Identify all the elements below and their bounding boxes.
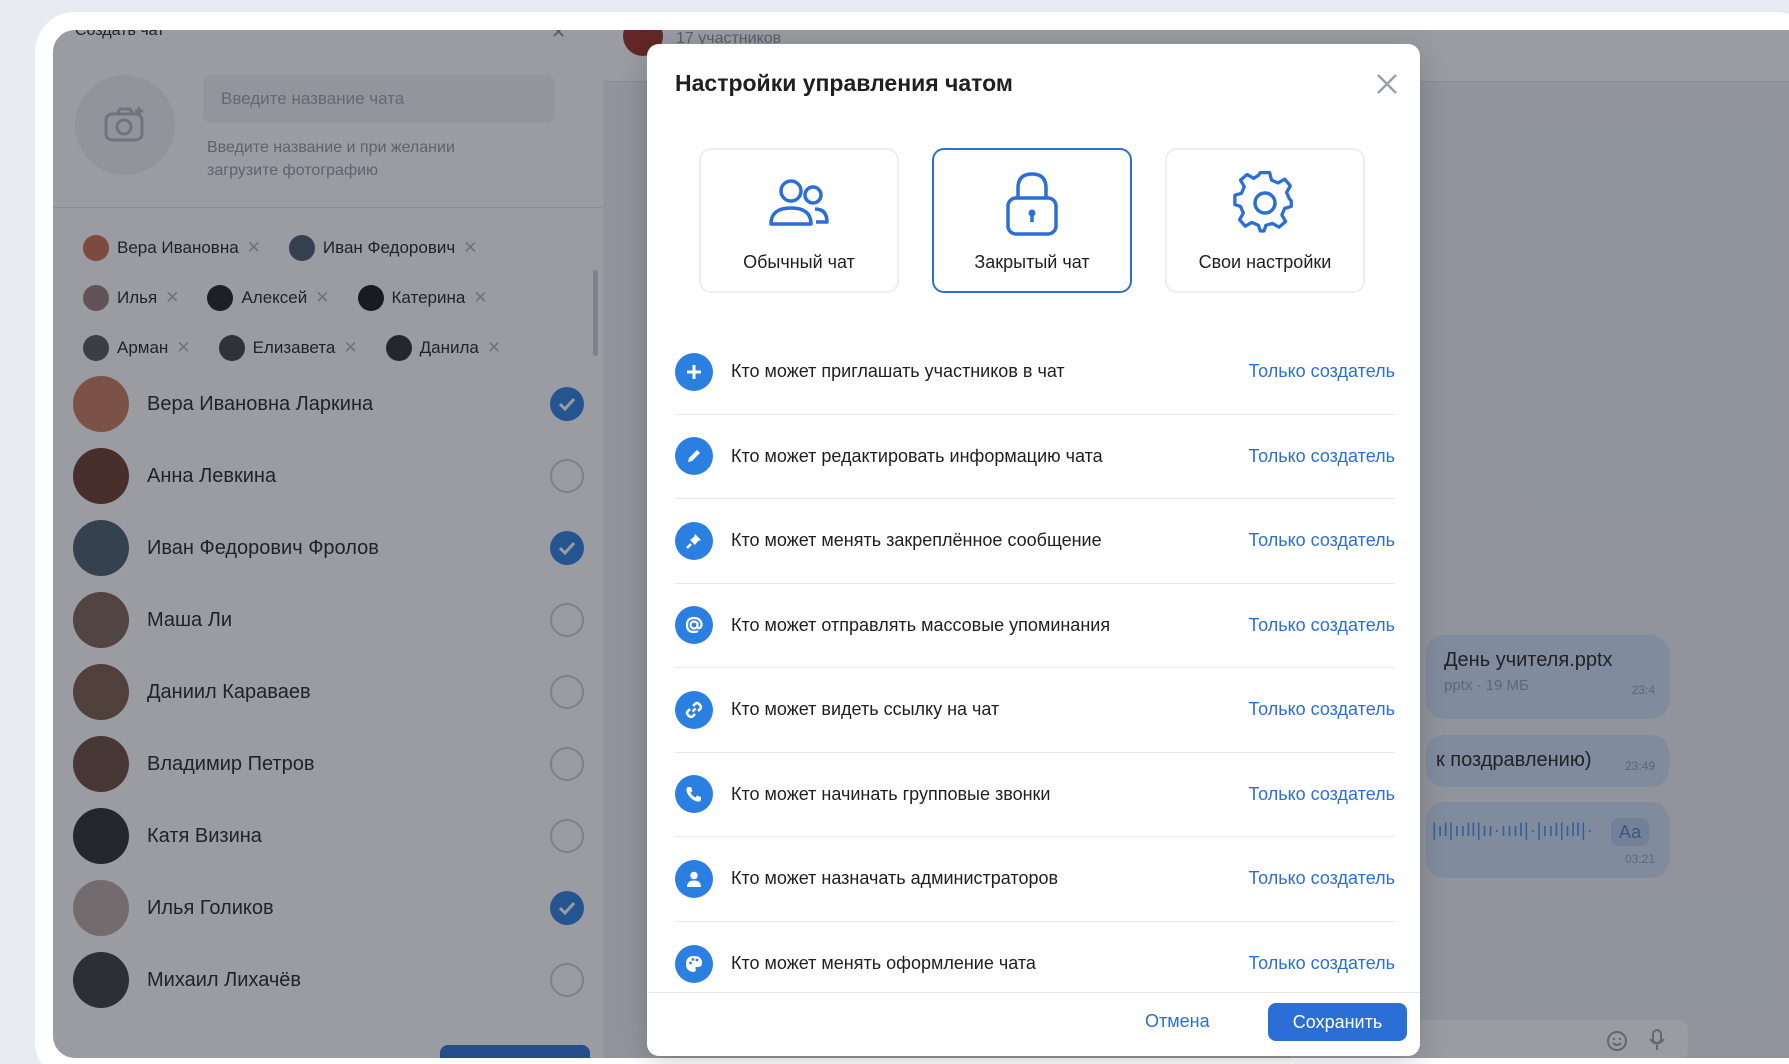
dialog-footer: Отмена Сохранить — [647, 992, 1420, 1056]
user-icon — [675, 859, 713, 898]
pin-icon — [675, 521, 713, 560]
palette-icon — [675, 944, 713, 983]
permission-label: Кто может назначать администраторов — [731, 868, 1059, 889]
permission-label: Кто может видеть ссылку на чат — [731, 699, 1000, 720]
permission-row-calls[interactable]: Кто может начинать групповые звонки Толь… — [675, 753, 1396, 837]
link-icon — [675, 690, 713, 729]
permission-row-mentions[interactable]: Кто может отправлять массовые упоминания… — [675, 584, 1396, 668]
permission-value-dropdown[interactable]: Только создатель — [1249, 784, 1396, 805]
users-icon — [769, 179, 829, 226]
phone-icon — [675, 775, 713, 814]
permission-value-dropdown[interactable]: Только создатель — [1249, 530, 1396, 551]
chat-settings-dialog: Настройки управления чатом Обычный чат З… — [647, 44, 1420, 1056]
permission-value-dropdown[interactable]: Только создатель — [1249, 699, 1396, 720]
permission-label: Кто может редактировать информацию чата — [731, 445, 1103, 466]
permission-label: Кто может менять оформление чата — [731, 953, 1036, 974]
permission-value-dropdown[interactable]: Только создатель — [1249, 615, 1396, 636]
chat-type-selector: Обычный чат Закрытый чат Свои настройки — [699, 148, 1365, 293]
permission-row-invite[interactable]: Кто может приглашать участников в чат То… — [675, 330, 1395, 415]
chat-type-label: Закрытый чат — [974, 252, 1090, 272]
cancel-button[interactable]: Отмена — [1145, 1011, 1210, 1032]
at-icon — [675, 606, 713, 645]
permission-label: Кто может менять закреплённое сообщение — [731, 530, 1102, 551]
permission-list: Кто может приглашать участников в чат То… — [675, 330, 1395, 1006]
chat-type-closed[interactable]: Закрытый чат — [932, 148, 1132, 293]
permission-label: Кто может приглашать участников в чат — [731, 361, 1065, 382]
permission-value-dropdown[interactable]: Только создатель — [1249, 953, 1396, 974]
chat-type-custom[interactable]: Свои настройки — [1165, 148, 1365, 293]
permission-value-dropdown[interactable]: Только создатель — [1249, 446, 1396, 467]
permission-row-link[interactable]: Кто может видеть ссылку на чат Только со… — [675, 668, 1395, 753]
permission-row-pin[interactable]: Кто может менять закреплённое сообщение … — [675, 499, 1395, 584]
permission-value-dropdown[interactable]: Только создатель — [1249, 361, 1396, 382]
close-icon[interactable] — [1369, 66, 1405, 102]
permission-value-dropdown[interactable]: Только создатель — [1249, 868, 1396, 889]
chat-type-label: Свои настройки — [1198, 252, 1332, 272]
permission-label: Кто может начинать групповые звонки — [731, 783, 1051, 804]
chat-type-label: Обычный чат — [743, 252, 855, 272]
lock-icon — [1006, 172, 1058, 236]
dialog-title: Настройки управления чатом — [675, 70, 1013, 96]
chat-type-regular[interactable]: Обычный чат — [699, 148, 899, 293]
plus-icon — [675, 352, 713, 391]
save-button[interactable]: Сохранить — [1268, 1003, 1407, 1041]
pencil-icon — [675, 437, 713, 476]
permission-row-admins[interactable]: Кто может назначать администраторов Толь… — [675, 837, 1395, 922]
gear-icon — [1233, 170, 1293, 233]
permission-label: Кто может отправлять массовые упоминания — [731, 614, 1111, 635]
permission-row-edit-info[interactable]: Кто может редактировать информацию чата … — [675, 415, 1396, 499]
